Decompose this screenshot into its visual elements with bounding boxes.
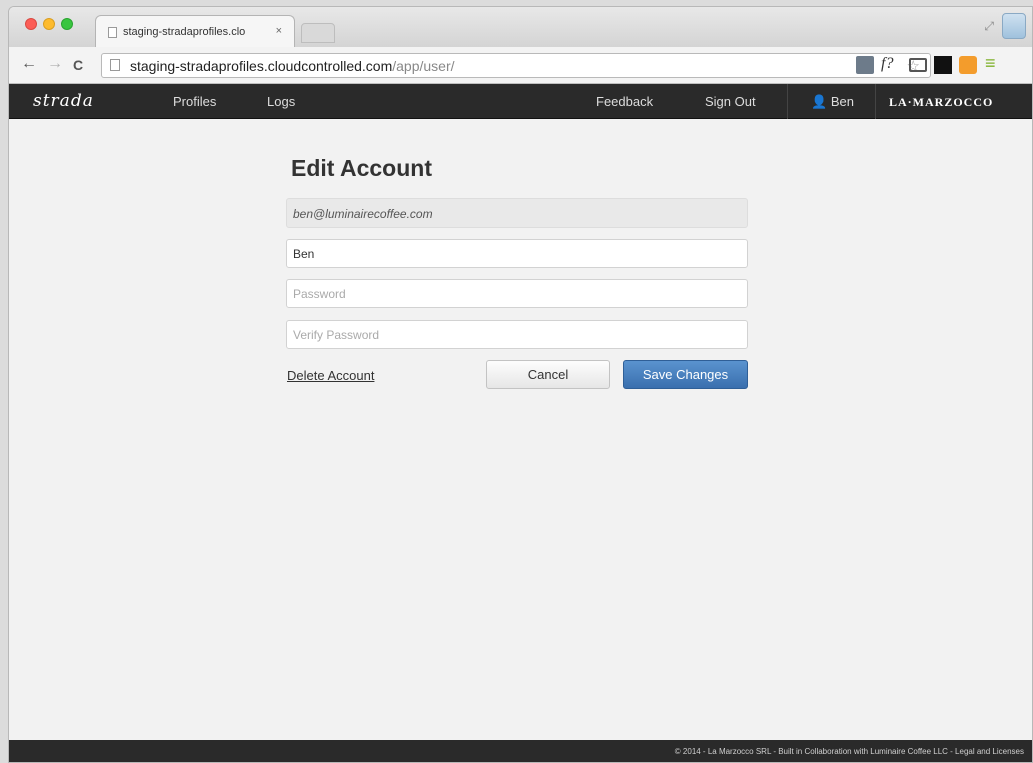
- partner-logo: LA·MARZOCCO: [889, 95, 994, 109]
- save-changes-button[interactable]: Save Changes: [623, 360, 748, 389]
- footer: © 2014 - La Marzocco SRL - Built in Coll…: [9, 740, 1032, 762]
- reload-icon[interactable]: C: [73, 56, 83, 74]
- page-title: Edit Account: [291, 155, 432, 181]
- page-icon: [108, 27, 117, 38]
- cast-extension-icon[interactable]: [909, 58, 927, 72]
- nav-divider: [787, 84, 788, 119]
- cancel-button[interactable]: Cancel: [486, 360, 610, 389]
- window-close-button[interactable]: [25, 18, 37, 30]
- monitor-extension-icon[interactable]: [856, 56, 874, 74]
- nav-divider: [875, 84, 876, 119]
- address-bar[interactable]: staging-stradaprofiles.cloudcontrolled.c…: [101, 53, 931, 78]
- window-minimize-button[interactable]: [43, 18, 55, 30]
- footer-text: © 2014 - La Marzocco SRL - Built in Coll…: [674, 747, 1024, 756]
- tab-close-icon[interactable]: ×: [276, 25, 282, 37]
- nav-link-feedback[interactable]: Feedback: [596, 94, 653, 109]
- window-maximize-button[interactable]: [61, 18, 73, 30]
- fullscreen-icon[interactable]: ⤢: [984, 19, 994, 34]
- back-icon[interactable]: ←: [21, 55, 37, 73]
- name-field[interactable]: [286, 239, 748, 268]
- page-icon: [110, 59, 120, 71]
- url-text[interactable]: staging-stradaprofiles.cloudcontrolled.c…: [130, 58, 455, 74]
- browser-window: staging-stradaprofiles.clo × ⤢ ← → C sta…: [8, 6, 1033, 763]
- nav-link-profiles[interactable]: Profiles: [173, 94, 216, 109]
- verify-password-field[interactable]: [286, 320, 748, 349]
- email-readonly-field: ben@luminairecoffee.com: [286, 198, 748, 228]
- browser-toolbar: ← → C staging-stradaprofiles.cloudcontro…: [9, 47, 1032, 84]
- forward-icon[interactable]: →: [47, 55, 63, 73]
- new-tab-button[interactable]: [301, 23, 335, 43]
- nav-link-sign-out[interactable]: Sign Out: [705, 94, 756, 109]
- black-extension-icon[interactable]: [934, 56, 952, 74]
- edit-account-form: Edit Account ben@luminairecoffee.com Del…: [286, 155, 748, 389]
- password-field[interactable]: [286, 279, 748, 308]
- title-bar: staging-stradaprofiles.clo × ⤢: [9, 7, 1032, 47]
- url-host: staging-stradaprofiles.cloudcontrolled.c…: [130, 58, 393, 74]
- user-icon: 👤: [811, 94, 828, 109]
- nav-user-menu[interactable]: 👤 Ben: [811, 94, 854, 110]
- browser-menu-icon[interactable]: ≡: [985, 53, 996, 73]
- nav-user-name: Ben: [830, 94, 854, 109]
- tab-title: staging-stradaprofiles.clo: [123, 26, 246, 38]
- browser-tab[interactable]: staging-stradaprofiles.clo ×: [95, 15, 295, 47]
- url-path: /app/user/: [392, 58, 455, 74]
- delete-account-link[interactable]: Delete Account: [287, 368, 374, 383]
- orange-extension-icon[interactable]: [959, 56, 977, 74]
- font-extension-icon[interactable]: f?: [881, 55, 893, 73]
- app-navbar: strada Profiles Logs Feedback Sign Out 👤…: [9, 84, 1032, 119]
- main-content: Edit Account ben@luminairecoffee.com Del…: [9, 119, 1032, 740]
- nav-link-logs[interactable]: Logs: [267, 94, 295, 109]
- brand-logo[interactable]: strada: [33, 91, 94, 111]
- browser-profile-icon[interactable]: [1002, 13, 1026, 39]
